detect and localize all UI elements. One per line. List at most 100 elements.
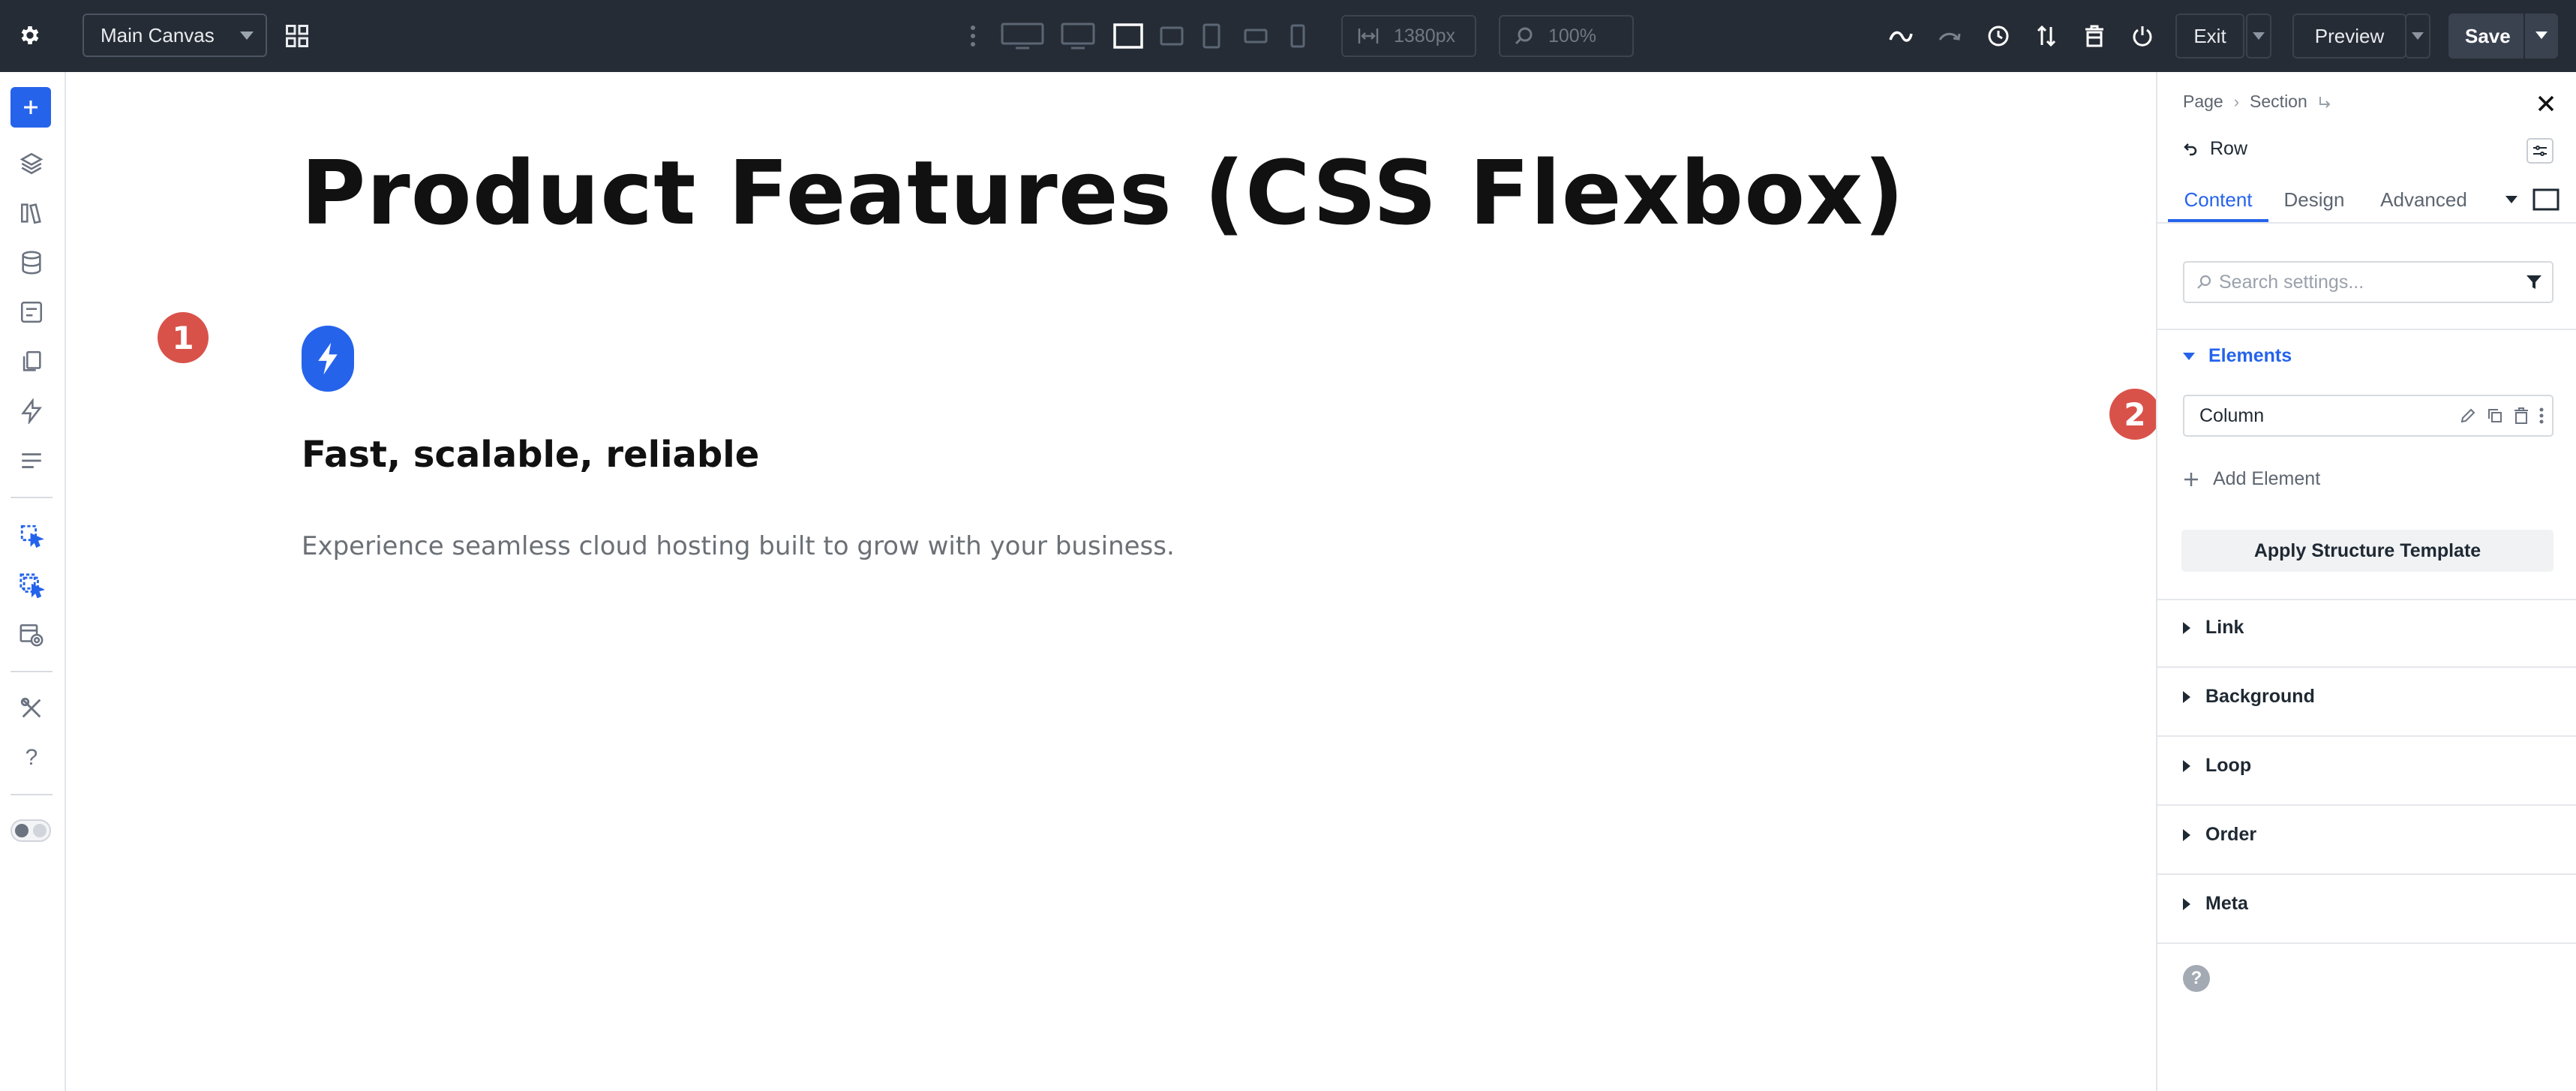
search-placeholder: Search settings... — [2219, 271, 2364, 293]
edit-icon[interactable] — [2459, 407, 2477, 425]
layers-icon[interactable] — [11, 144, 53, 183]
view-mode-icon[interactable] — [2529, 177, 2562, 222]
divider — [11, 497, 53, 498]
delete-icon[interactable] — [2513, 407, 2529, 425]
panel-options-icon[interactable] — [2526, 138, 2553, 164]
left-sidebar: ? — [0, 72, 66, 1091]
tab-design[interactable]: Design — [2273, 177, 2355, 222]
chevron-down-icon[interactable] — [2535, 32, 2547, 39]
undo-icon[interactable] — [1884, 20, 1917, 53]
caret-right-icon — [2183, 621, 2190, 634]
breadcrumb: Page › Section — [2183, 92, 2331, 112]
builder-canvas[interactable]: Product Features (CSS Flexbox) Fast, sca… — [68, 72, 2156, 1091]
section-order[interactable]: Order — [2183, 824, 2256, 846]
more-vertical-icon[interactable] — [2538, 407, 2544, 425]
zoom-input[interactable]: 100% — [1499, 15, 1634, 57]
cursor-multi-select-icon[interactable] — [11, 566, 53, 605]
desktop-icon[interactable] — [1059, 20, 1097, 53]
more-vertical-icon[interactable] — [965, 21, 981, 51]
section-label: Background — [2205, 686, 2315, 707]
exit-dropdown-button[interactable] — [2246, 14, 2271, 59]
toggle-track-dot — [33, 824, 47, 837]
tablet-landscape-icon[interactable] — [1158, 20, 1185, 53]
phone-icon[interactable] — [1287, 20, 1308, 53]
page-settings-icon[interactable] — [11, 615, 53, 654]
apply-structure-template-button[interactable]: Apply Structure Template — [2181, 530, 2553, 572]
plus-icon — [2184, 472, 2198, 486]
power-icon[interactable] — [2126, 20, 2159, 53]
tab-advanced[interactable]: Advanced — [2367, 177, 2480, 222]
tab-content[interactable]: Content — [2168, 177, 2268, 222]
caret-right-icon — [2183, 690, 2190, 703]
zoom-value: 100% — [1548, 25, 1596, 47]
elements-section-header[interactable]: Elements — [2183, 345, 2292, 367]
section-meta[interactable]: Meta — [2183, 893, 2248, 915]
breadcrumb-section[interactable]: Section — [2250, 92, 2307, 112]
section-background[interactable]: Background — [2183, 686, 2315, 708]
chevron-right-icon: › — [2233, 92, 2240, 111]
redo-icon[interactable] — [1934, 20, 1967, 53]
duplicate-icon[interactable] — [2486, 407, 2504, 425]
tabs-more-icon[interactable] — [2501, 177, 2522, 222]
grid-icon[interactable] — [281, 20, 314, 53]
sort-icon[interactable] — [2030, 20, 2063, 53]
zoom-icon — [1515, 27, 1533, 45]
exit-button[interactable]: Exit — [2175, 14, 2244, 59]
help-icon[interactable]: ? — [11, 738, 53, 777]
element-title-label: Row — [2210, 138, 2248, 159]
back-arrow-icon[interactable] — [2183, 142, 2198, 157]
canvas-width-value: 1380px — [1394, 25, 1456, 47]
feature-heading[interactable]: Fast, scalable, reliable — [302, 434, 759, 476]
tablet-icon[interactable] — [1200, 20, 1223, 53]
database-icon[interactable] — [11, 243, 53, 282]
section-link[interactable]: Link — [2183, 617, 2244, 639]
section-label: Order — [2205, 824, 2257, 845]
delete-icon[interactable] — [2078, 20, 2111, 53]
element-item-column[interactable]: Column — [2183, 395, 2553, 437]
close-icon[interactable] — [2531, 89, 2561, 119]
bolt-icon[interactable] — [302, 326, 354, 392]
feature-text[interactable]: Experience seamless cloud hosting built … — [302, 531, 1175, 561]
layout-icon[interactable] — [11, 441, 53, 480]
preview-dropdown-button[interactable] — [2405, 14, 2430, 59]
divider — [2157, 329, 2576, 330]
pages-icon[interactable] — [11, 342, 53, 381]
bolt-icon[interactable] — [11, 392, 53, 431]
history-icon[interactable] — [1982, 20, 2015, 53]
step-marker-2: 2 — [2109, 389, 2160, 440]
divider — [2157, 599, 2576, 600]
add-icon[interactable] — [11, 87, 51, 128]
divider — [11, 671, 53, 672]
tools-icon[interactable] — [11, 689, 53, 728]
element-title: Row — [2183, 138, 2247, 160]
cursor-select-icon[interactable] — [11, 516, 53, 555]
exit-label: Exit — [2193, 24, 2226, 47]
divider — [2157, 804, 2576, 806]
return-arrow-icon — [2319, 96, 2331, 108]
canvas-select[interactable]: Main Canvas — [83, 14, 267, 57]
canvas-width-input[interactable]: 1380px — [1341, 15, 1476, 57]
help-icon[interactable]: ? — [2183, 965, 2210, 992]
add-element-button[interactable]: Add Element — [2183, 468, 2320, 490]
element-item-actions — [2459, 407, 2544, 425]
save-button[interactable]: Save — [2448, 14, 2558, 59]
gear-icon[interactable] — [12, 15, 48, 56]
section-label: Meta — [2205, 893, 2248, 914]
preview-button[interactable]: Preview — [2292, 14, 2406, 59]
theme-toggle[interactable] — [11, 819, 51, 842]
phone-landscape-icon[interactable] — [1242, 20, 1269, 53]
breadcrumb-page[interactable]: Page — [2183, 92, 2223, 112]
section-loop[interactable]: Loop — [2183, 755, 2251, 777]
divider — [2157, 735, 2576, 737]
divider — [2157, 873, 2576, 875]
step-marker-1: 1 — [158, 312, 209, 363]
laptop-icon[interactable] — [1112, 20, 1145, 53]
caret-right-icon — [2183, 759, 2190, 772]
page-heading[interactable]: Product Features (CSS Flexbox) — [301, 141, 1905, 245]
desktop-wide-icon[interactable] — [999, 20, 1046, 53]
form-icon[interactable] — [11, 293, 53, 332]
save-divider — [2523, 14, 2525, 59]
library-icon[interactable] — [11, 194, 53, 233]
search-settings-input[interactable]: Search settings... — [2183, 261, 2553, 303]
filter-icon[interactable] — [2525, 273, 2543, 291]
